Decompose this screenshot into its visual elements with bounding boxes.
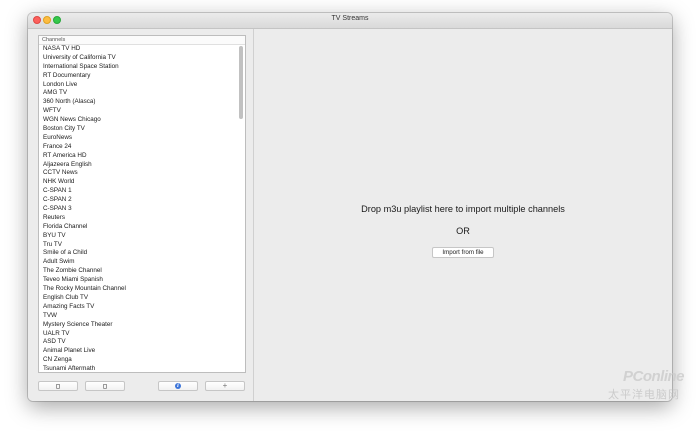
channel-list-scrollbar[interactable] [239, 46, 243, 119]
watermark-logo: PConline [622, 368, 685, 385]
remove-all-channels-button[interactable] [85, 381, 125, 391]
add-channel-button[interactable]: + [205, 381, 245, 391]
sidebar: Channels NASA TV HD University of Califor… [28, 29, 254, 401]
channel-list-header: Channels [39, 36, 245, 45]
channel-list-item[interactable]: C-SPAN 2 [39, 196, 237, 205]
channel-list-item[interactable]: CN Zenga [39, 356, 237, 365]
channel-list-item[interactable]: Boston City TV [39, 125, 237, 134]
drop-zone[interactable]: Drop m3u playlist here to import multipl… [254, 29, 672, 401]
channel-list-item[interactable]: ASD TV [39, 338, 237, 347]
channel-list-item[interactable]: Aljazeera English [39, 161, 237, 170]
import-from-file-button[interactable]: Import from file [432, 247, 494, 258]
channel-list-item[interactable]: NHK World [39, 178, 237, 187]
channel-list-item[interactable]: International Space Station [39, 63, 237, 72]
channel-list-item[interactable]: WGN News Chicago [39, 116, 237, 125]
app-window: TV Streams Channels NASA TV HD University… [28, 13, 672, 401]
channel-list-item[interactable]: CCTV News [39, 169, 237, 178]
channel-list-item[interactable]: C-SPAN 1 [39, 187, 237, 196]
channel-list-item[interactable]: Reuters [39, 214, 237, 223]
channel-list-item[interactable]: English Club TV [39, 294, 237, 303]
channel-list-item[interactable]: The Rocky Mountain Channel [39, 285, 237, 294]
channel-list-item[interactable]: Adult Swim [39, 258, 237, 267]
trash-icon [56, 383, 60, 389]
channel-list-item[interactable]: 360 North (Alasca) [39, 98, 237, 107]
drop-instructions: Drop m3u playlist here to import multipl… [361, 204, 565, 214]
channel-list-item[interactable]: University of California TV [39, 54, 237, 63]
channel-list-item[interactable]: Teveo Miami Spanish [39, 276, 237, 285]
channel-list-item[interactable]: Florida Channel [39, 223, 237, 232]
window-title: TV Streams [331, 15, 369, 22]
channel-list-item[interactable]: London Live [39, 81, 237, 90]
or-separator: OR [456, 226, 470, 236]
channel-list-item[interactable]: Mystery Science Theater [39, 321, 237, 330]
channel-list-item[interactable]: EuroNews [39, 134, 237, 143]
channel-list-item[interactable]: France 24 [39, 143, 237, 152]
channel-list-item[interactable]: Amazing Facts TV [39, 303, 237, 312]
info-icon: i [175, 383, 181, 389]
channel-list-item[interactable]: Smile of a Child [39, 249, 237, 258]
channel-list-item[interactable]: BYU TV [39, 232, 237, 241]
channel-list-item[interactable]: Tru TV [39, 241, 237, 250]
channel-list-item[interactable]: C-SPAN 3 [39, 205, 237, 214]
channel-list-item[interactable]: AMG TV [39, 89, 237, 98]
trash-icon [103, 383, 107, 389]
channel-list-item[interactable]: UALR TV [39, 330, 237, 339]
channel-list-item[interactable]: NASA TV HD [39, 45, 237, 54]
info-button[interactable]: i [158, 381, 198, 391]
channel-list-item[interactable]: RT Documentary [39, 72, 237, 81]
watermark-subtitle: 太平洋电脑网 [608, 388, 680, 401]
channel-list-item[interactable]: Tsunami Aftermath [39, 365, 237, 372]
channel-list-item[interactable]: The Zombie Channel [39, 267, 237, 276]
remove-channel-button[interactable] [38, 381, 78, 391]
plus-icon: + [222, 381, 228, 390]
channel-list-item[interactable]: TVW [39, 312, 237, 321]
channel-list-item[interactable]: WFTV [39, 107, 237, 116]
title-bar: TV Streams [28, 13, 672, 29]
channel-list-item[interactable]: RT America HD [39, 152, 237, 161]
channel-list: NASA TV HD University of California TV Int… [39, 45, 237, 372]
channel-list-item[interactable]: Animal Planet Live [39, 347, 237, 356]
channel-list-box: Channels NASA TV HD University of Califor… [38, 35, 246, 373]
